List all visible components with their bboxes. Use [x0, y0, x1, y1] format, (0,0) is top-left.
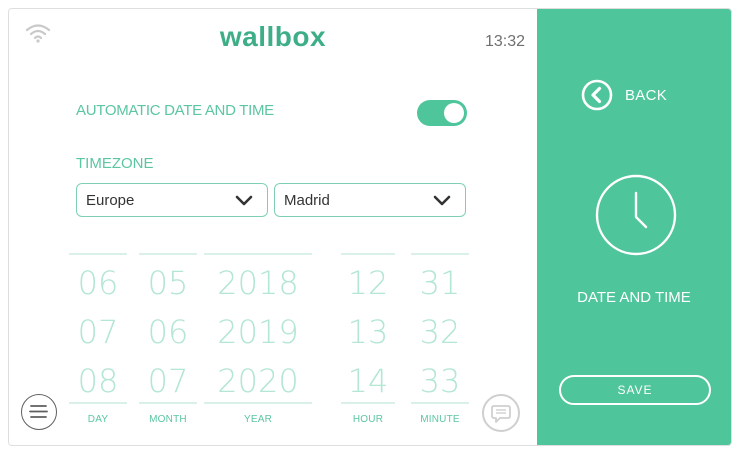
sidebar: BACK DATE AND TIME SAVE: [537, 9, 731, 445]
back-button[interactable]: BACK: [581, 79, 667, 111]
day-option-selected[interactable]: 07: [69, 308, 127, 357]
screen-frame: wallbox 13:32 AUTOMATIC DATE AND TIME TI…: [8, 8, 732, 446]
toggle-knob: [444, 103, 464, 123]
timezone-label: TIMEZONE: [76, 155, 154, 172]
month-option[interactable]: 07: [139, 357, 197, 406]
picker-divider: [204, 253, 312, 255]
back-chevron-icon: [581, 79, 613, 111]
minute-option[interactable]: 33: [411, 357, 469, 406]
automatic-date-time-label: AUTOMATIC DATE AND TIME: [76, 102, 274, 119]
main-panel: wallbox 13:32 AUTOMATIC DATE AND TIME TI…: [9, 9, 537, 445]
day-option[interactable]: 08: [69, 357, 127, 406]
hour-option-selected[interactable]: 13: [341, 308, 395, 357]
month-picker[interactable]: 05 06 07 MONTH: [139, 253, 197, 425]
menu-icon: [29, 405, 48, 418]
save-button[interactable]: SAVE: [559, 375, 711, 405]
chevron-down-icon: [433, 195, 451, 206]
hour-option[interactable]: 12: [341, 259, 395, 308]
chevron-down-icon: [235, 195, 253, 206]
day-option[interactable]: 06: [69, 259, 127, 308]
year-label: YEAR: [243, 414, 273, 425]
month-option-selected[interactable]: 06: [139, 308, 197, 357]
city-value: Madrid: [284, 192, 330, 209]
month-label: MONTH: [149, 414, 187, 425]
hour-picker[interactable]: 12 13 14 HOUR: [341, 253, 395, 425]
region-select[interactable]: Europe: [76, 183, 268, 217]
month-option[interactable]: 05: [139, 259, 197, 308]
year-option-selected[interactable]: 2019: [204, 308, 312, 357]
minute-label: MINUTE: [420, 414, 460, 425]
region-value: Europe: [86, 192, 135, 209]
picker-divider: [411, 253, 469, 255]
menu-button[interactable]: [21, 394, 57, 430]
status-time: 13:32: [484, 33, 525, 50]
picker-divider: [69, 253, 127, 255]
hour-label: HOUR: [352, 414, 384, 425]
picker-divider: [139, 253, 197, 255]
clock-icon: [595, 174, 677, 256]
city-select[interactable]: Madrid: [274, 183, 466, 217]
day-label: DAY: [87, 414, 109, 425]
year-option[interactable]: 2020: [204, 357, 312, 406]
picker-divider: [341, 253, 395, 255]
year-option[interactable]: 2018: [204, 259, 312, 308]
day-picker[interactable]: 06 07 08 DAY: [69, 253, 127, 425]
year-picker[interactable]: 2018 2019 2020 YEAR: [204, 253, 312, 425]
minute-picker[interactable]: 31 32 33 MINUTE: [411, 253, 469, 425]
hour-option[interactable]: 14: [341, 357, 395, 406]
wallbox-logo: wallbox: [219, 21, 327, 52]
section-title: DATE AND TIME: [577, 289, 691, 306]
chat-icon: [491, 405, 511, 423]
chat-button[interactable]: [482, 394, 520, 432]
minute-option-selected[interactable]: 32: [411, 308, 469, 357]
back-label: BACK: [625, 86, 668, 104]
automatic-date-time-toggle[interactable]: [417, 100, 467, 126]
minute-option[interactable]: 31: [411, 259, 469, 308]
